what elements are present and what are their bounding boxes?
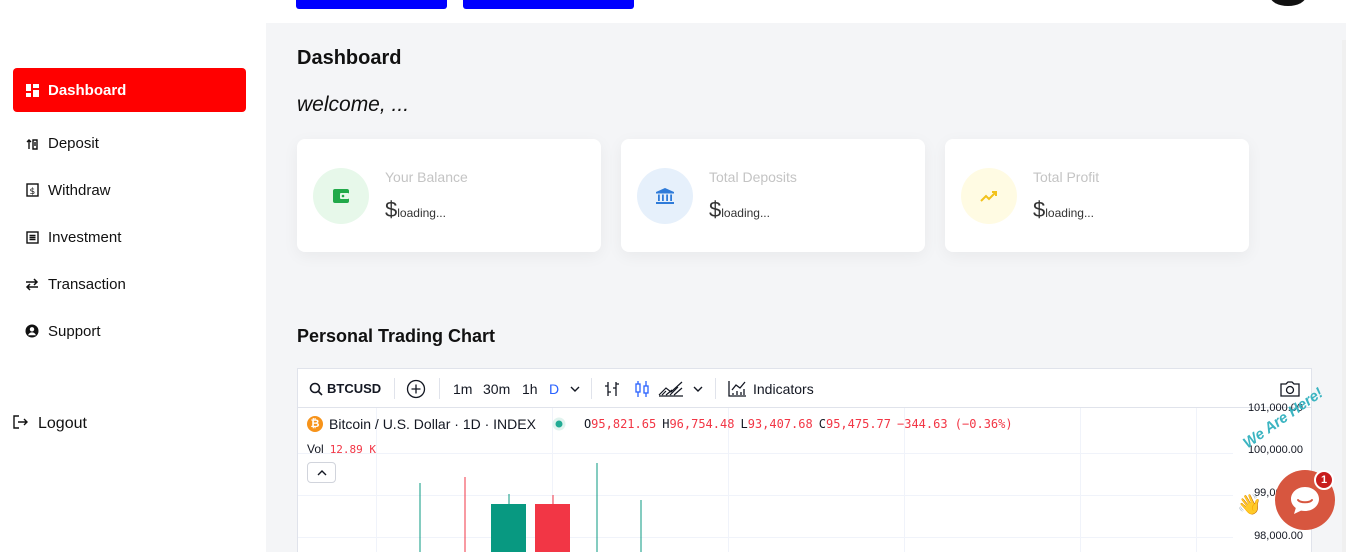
chart-type-button[interactable] (658, 369, 684, 408)
candles-icon (633, 380, 651, 398)
interval-30m[interactable]: 30m (483, 369, 510, 408)
plus-circle-icon (406, 379, 426, 399)
card-value: loading... (397, 206, 446, 220)
chat-notification-badge: 1 (1314, 470, 1334, 490)
logout-button[interactable]: Logout (13, 402, 87, 446)
card-amount: $loading... (385, 197, 446, 223)
price-label: 98,000.00 (1254, 530, 1303, 542)
sidebar-item-dashboard[interactable]: Dashboard (13, 68, 246, 112)
area-chart-icon (658, 381, 684, 397)
interval-label: D (549, 380, 560, 397)
dashboard-icon (24, 82, 40, 98)
toolbar-divider (591, 378, 592, 399)
chat-icon (1289, 485, 1321, 515)
sidebar-item-investment[interactable]: Investment (13, 215, 246, 259)
candles-button[interactable] (633, 369, 651, 408)
sidebar-item-label: Support (48, 322, 101, 340)
deposits-card: Total Deposits $loading... (621, 139, 925, 252)
interval-label: 1m (453, 380, 473, 397)
card-label: Total Deposits (709, 169, 797, 185)
camera-icon (1279, 380, 1301, 398)
top-button-primary[interactable] (296, 0, 447, 9)
wallet-icon (313, 168, 369, 224)
card-amount: $loading... (709, 197, 770, 223)
interval-label: 30m (483, 380, 511, 397)
chevron-down-icon (570, 386, 580, 392)
currency-symbol: $ (1033, 197, 1046, 222)
chart-type-dropdown[interactable] (693, 369, 703, 408)
indicators-icon (728, 380, 747, 397)
bank-icon (637, 168, 693, 224)
card-label: Your Balance (385, 169, 468, 185)
welcome-text: welcome, ... (297, 93, 410, 116)
currency-symbol: $ (385, 197, 398, 222)
trading-chart-widget[interactable]: BTCUSD 1m 30m 1h D Indicators ₿ Bitcoin … (297, 368, 1312, 552)
bar-replay-button[interactable] (603, 369, 621, 408)
candles-area (419, 463, 642, 552)
sidebar-item-label: Investment (48, 228, 122, 246)
toolbar-divider (715, 378, 716, 399)
chart-section-title: Personal Trading Chart (297, 326, 496, 346)
sidebar-item-support[interactable]: Support (13, 309, 246, 353)
top-bar (266, 0, 1346, 23)
card-label: Total Profit (1033, 169, 1100, 185)
toolbar-divider (394, 378, 395, 399)
waving-hand-icon: 👋 (1237, 494, 1262, 516)
toolbar-divider (439, 378, 440, 399)
interval-label: 1h (522, 380, 538, 397)
indicators-label: Indicators (753, 380, 814, 397)
page-title: Dashboard (297, 47, 402, 69)
interval-1m[interactable]: 1m (453, 369, 472, 408)
compare-button[interactable] (406, 369, 426, 408)
investment-icon (24, 229, 40, 245)
scrollbar[interactable] (1342, 40, 1346, 552)
trending-up-icon (961, 168, 1017, 224)
chevron-down-icon (693, 386, 703, 392)
balance-card: Your Balance $loading... (297, 139, 601, 252)
logout-icon (13, 414, 28, 434)
interval-dropdown[interactable] (570, 369, 580, 408)
svg-text:$: $ (29, 187, 35, 197)
chart-toolbar: BTCUSD 1m 30m 1h D Indicators (298, 369, 1311, 408)
logout-label: Logout (38, 415, 87, 432)
top-button-secondary[interactable] (463, 0, 634, 9)
sidebar-item-deposit[interactable]: Deposit (13, 121, 246, 165)
candle-body (535, 504, 570, 552)
interval-1h[interactable]: 1h (522, 369, 538, 408)
transaction-icon (24, 276, 40, 292)
card-value: loading... (721, 206, 770, 220)
symbol-search[interactable]: BTCUSD (309, 369, 381, 408)
sidebar: Dashboard Deposit $ Withdraw Investment … (0, 0, 266, 552)
support-icon (24, 323, 40, 339)
sidebar-item-label: Withdraw (48, 181, 111, 199)
deposit-icon (24, 135, 40, 151)
card-amount: $loading... (1033, 197, 1094, 223)
profit-card: Total Profit $loading... (945, 139, 1249, 252)
sidebar-item-transaction[interactable]: Transaction (13, 262, 246, 306)
bars-icon (603, 380, 621, 398)
indicators-button[interactable]: Indicators (728, 369, 814, 408)
candle-body (491, 504, 526, 552)
symbol-label: BTCUSD (327, 381, 382, 396)
sidebar-item-label: Deposit (48, 134, 99, 152)
currency-symbol: $ (709, 197, 722, 222)
sidebar-item-withdraw[interactable]: $ Withdraw (13, 168, 246, 212)
interval-d[interactable]: D (549, 369, 559, 408)
main-content: Dashboard welcome, ... Your Balance $loa… (266, 23, 1346, 552)
withdraw-icon: $ (24, 182, 40, 198)
sidebar-item-label: Transaction (48, 275, 126, 293)
search-icon (309, 382, 323, 396)
sidebar-item-label: Dashboard (48, 81, 127, 99)
card-value: loading... (1045, 206, 1094, 220)
